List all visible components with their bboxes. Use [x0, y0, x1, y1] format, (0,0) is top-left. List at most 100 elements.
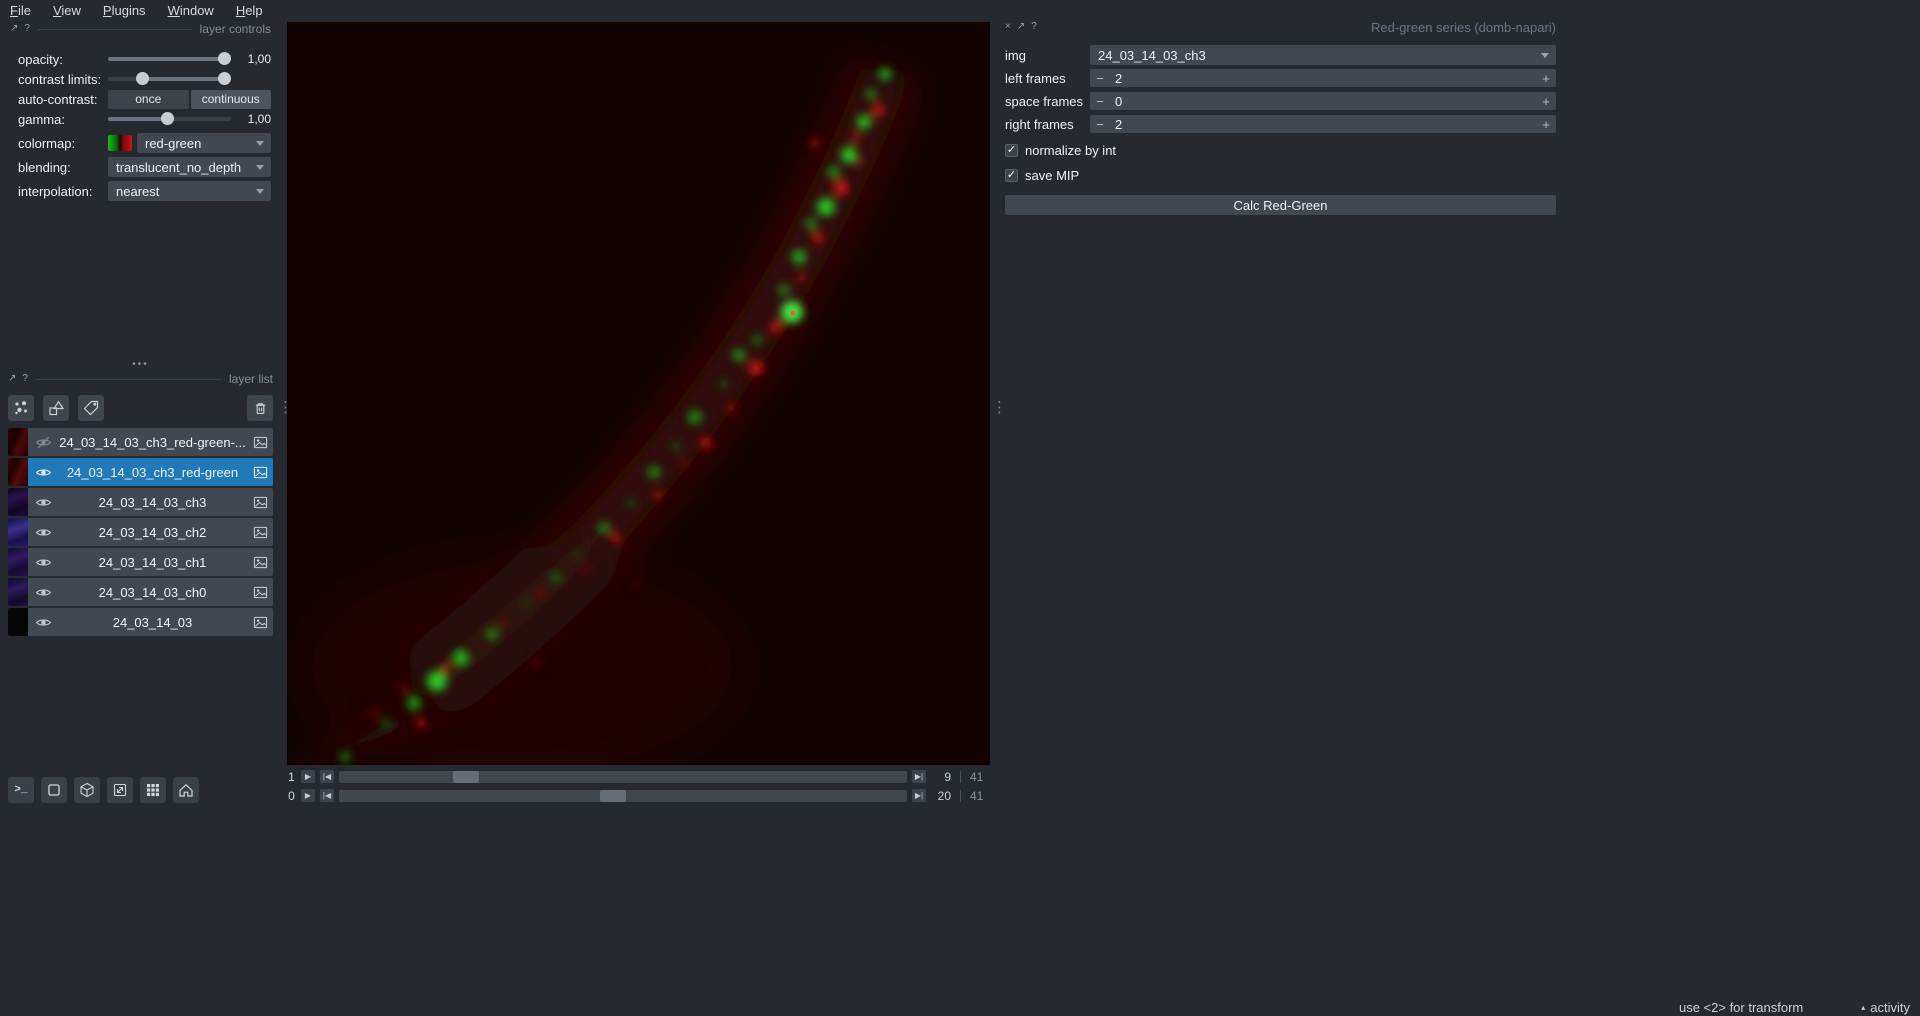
increment-button[interactable]: + [1536, 71, 1556, 86]
new-labels-layer-button[interactable] [78, 395, 104, 421]
eye-icon [35, 498, 51, 506]
increment-button[interactable]: + [1536, 94, 1556, 109]
skip-to-end-button[interactable]: ▶| [912, 789, 926, 802]
gamma-value: 1,00 [247, 112, 271, 126]
dim-slider-handle[interactable] [600, 789, 627, 802]
float-panel-icon[interactable]: ↗ [10, 24, 18, 34]
total-frames: 41 [970, 769, 984, 784]
menu-file[interactable]: File [10, 3, 31, 18]
interpolation-dropdown[interactable]: nearest [108, 181, 271, 201]
contrast-low-handle[interactable] [136, 72, 150, 85]
layer-row[interactable]: 24_03_14_03_ch0 [8, 578, 273, 606]
gamma-slider-handle[interactable] [161, 112, 175, 125]
space-frames-spinbox[interactable]: − 0 + [1090, 92, 1556, 110]
visibility-toggle[interactable] [28, 524, 58, 541]
caret-up-icon: ▴ [1861, 1002, 1866, 1012]
layer-row-selected[interactable]: 24_03_14_03_ch3_red-green [8, 458, 273, 486]
visibility-toggle[interactable] [28, 584, 58, 601]
play-button[interactable]: ▶ [301, 789, 315, 802]
delete-layer-button[interactable] [247, 395, 273, 421]
visibility-toggle[interactable] [28, 614, 58, 631]
right-frames-spinbox[interactable]: − 2 + [1090, 115, 1556, 133]
transpose-dims-button[interactable] [107, 777, 133, 803]
layer-row[interactable]: 24_03_14_03_ch3_red-green-... [8, 428, 273, 456]
right-splitter-handle[interactable]: ⋮ [992, 400, 1007, 415]
contrast-limits-slider[interactable] [108, 71, 231, 87]
image-icon [253, 556, 267, 568]
img-value: 24_03_14_03_ch3 [1098, 47, 1206, 63]
left-splitter-handle[interactable]: ⋮ [278, 400, 293, 415]
blending-dropdown[interactable]: translucent_no_depth [108, 157, 271, 177]
close-panel-icon[interactable]: × [1005, 22, 1011, 32]
play-button[interactable]: ▶ [301, 770, 315, 783]
menu-help[interactable]: Help [236, 3, 263, 18]
skip-to-end-button[interactable]: ▶| [912, 770, 926, 783]
save-mip-checkbox[interactable]: ✓ [1005, 168, 1018, 182]
float-panel-icon[interactable]: ↗ [8, 374, 16, 384]
cube-icon [80, 782, 94, 798]
opacity-slider-handle[interactable] [218, 52, 231, 65]
menu-plugins[interactable]: Plugins [103, 3, 146, 18]
activity-button[interactable]: ▴ activity [1861, 1000, 1910, 1015]
opacity-slider[interactable] [108, 51, 231, 67]
menu-bar: File View Plugins Window Help [0, 0, 1920, 21]
roll-dims-button[interactable] [74, 777, 100, 803]
normalize-checkbox-row[interactable]: ✓ normalize by int [1005, 141, 1556, 159]
new-points-layer-button[interactable] [8, 395, 34, 421]
layer-row[interactable]: 24_03_14_03_ch1 [8, 548, 273, 576]
autocontrast-continuous-button[interactable]: continuous [190, 89, 271, 109]
layer-row[interactable]: 24_03_14_03_ch2 [8, 518, 273, 546]
normalize-checkbox[interactable]: ✓ [1005, 143, 1018, 157]
opacity-row: opacity: 1,00 [10, 49, 271, 69]
decrement-button[interactable]: − [1090, 94, 1110, 109]
visibility-toggle[interactable] [28, 464, 58, 481]
save-mip-label: save MIP [1025, 167, 1080, 183]
left-frames-label: left frames [1005, 70, 1066, 86]
viewer-canvas[interactable] [287, 22, 990, 765]
grid-view-button[interactable] [140, 777, 166, 803]
skip-to-start-button[interactable]: |◀ [320, 770, 334, 783]
save-mip-checkbox-row[interactable]: ✓ save MIP [1005, 166, 1556, 184]
ndisplay-toggle-button[interactable] [41, 777, 67, 803]
panel-resize-handle[interactable]: ••• [8, 359, 273, 370]
eye-icon [35, 588, 51, 596]
frame-divider [960, 789, 961, 802]
image-icon [253, 436, 267, 448]
autocontrast-once-button[interactable]: once [108, 89, 189, 109]
dim-slider-handle[interactable] [452, 770, 479, 783]
decrement-button[interactable]: − [1090, 71, 1110, 86]
menu-view[interactable]: View [53, 3, 81, 18]
dim-slider-track[interactable] [339, 770, 907, 783]
img-dropdown[interactable]: 24_03_14_03_ch3 [1090, 45, 1556, 65]
help-icon[interactable]: ? [22, 374, 28, 384]
dim-slider-track[interactable] [339, 789, 907, 802]
new-shapes-layer-button[interactable] [43, 395, 69, 421]
calc-red-green-button[interactable]: Calc Red-Green [1005, 195, 1556, 215]
img-label: img [1005, 47, 1026, 63]
visibility-toggle[interactable] [28, 434, 58, 451]
gamma-slider[interactable] [108, 111, 231, 127]
layer-thumbnail [8, 608, 28, 636]
layer-row[interactable]: 24_03_14_03 [8, 608, 273, 636]
layer-controls-title: layer controls [199, 22, 271, 36]
viewer-buttons: >_ [8, 777, 199, 803]
console-button[interactable]: >_ [8, 777, 34, 803]
layer-type-icon [247, 435, 273, 450]
visibility-toggle[interactable] [28, 494, 58, 511]
layer-row[interactable]: 24_03_14_03_ch3 [8, 488, 273, 516]
contrast-high-handle[interactable] [218, 72, 231, 85]
increment-button[interactable]: + [1536, 117, 1556, 132]
visibility-toggle[interactable] [28, 554, 58, 571]
menu-window[interactable]: Window [168, 3, 214, 18]
float-panel-icon[interactable]: ↗ [1017, 22, 1025, 32]
left-frames-spinbox[interactable]: − 2 + [1090, 69, 1556, 87]
skip-to-start-button[interactable]: |◀ [320, 789, 334, 802]
help-icon[interactable]: ? [1031, 22, 1037, 32]
blending-value: translucent_no_depth [116, 159, 242, 175]
help-icon[interactable]: ? [24, 24, 30, 34]
colormap-dropdown[interactable]: red-green [137, 133, 271, 153]
decrement-button[interactable]: − [1090, 117, 1110, 132]
colormap-row: colormap: red-green [10, 133, 271, 153]
tag-icon [83, 400, 99, 416]
home-button[interactable] [173, 777, 199, 803]
